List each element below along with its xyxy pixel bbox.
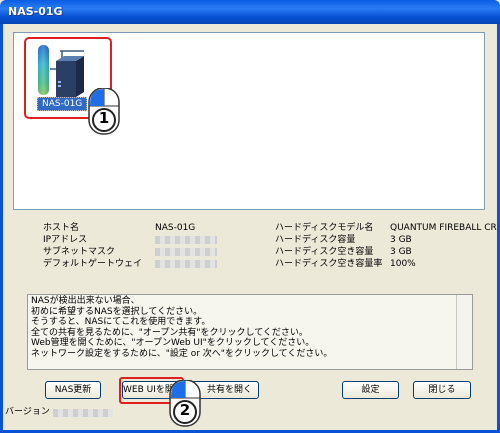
hdd-model-label: ハードディスクモデル名 [275,223,374,233]
step-2-number: 2 [179,401,191,419]
version-value-redacted [52,408,113,417]
info-values-right: QUANTUM FIREBALL CR 3 GB 3 GB 100% [390,222,497,270]
ip-address-label: IPアドレス [43,235,88,245]
host-name-value: NAS-01G [155,223,196,233]
message-line: ネットワーク設定をするために、"設定 or 次へ"をクリックしてください。 [31,348,333,359]
info-labels-left: ホスト名 IPアドレス サブネットマスク デフォルトゲートウェイ [43,222,142,270]
hdd-free-label: ハードディスク空き容量 [275,247,374,257]
version-label: バージョン [5,407,50,417]
message-line: Web管理を開くために、"オープンWeb UI"をクリックしてください。 [31,338,315,349]
hdd-free-value: 3 GB [390,247,412,257]
hdd-capacity-value: 3 GB [390,235,412,245]
message-scrollbar[interactable] [456,295,472,369]
hdd-capacity-label: ハードディスク容量 [275,235,356,245]
mouse-cursor-icon-step-1: 1 [86,87,124,136]
hdd-free-rate-value: 100% [390,259,416,269]
message-line: そうすると、NASにてこれを使用できます。 [31,317,211,328]
version-row: バージョン [5,404,113,417]
gateway-value-redacted [155,260,217,268]
mouse-cursor-icon-step-2: 2 [167,379,205,428]
step-1-number: 1 [98,109,110,127]
ip-address-value-redacted [155,236,217,244]
window-frame-left [0,24,3,433]
default-gateway-label: デフォルトゲートウェイ [43,259,143,269]
message-line: 初めに希望するNASを選択してください。 [31,306,203,317]
message-line: 全ての共有を見るために、"オープン共有"をクリックしてください。 [31,327,308,338]
info-labels-right: ハードディスクモデル名 ハードディスク容量 ハードディスク空き容量 ハードディス… [275,222,382,270]
message-textbox[interactable]: NASが検出出来ない場合、 初めに希望するNASを選択してください。 そうすると… [27,294,473,370]
window-title: NAS-01G [8,5,63,18]
title-bar[interactable]: NAS-01G [0,0,500,24]
hdd-model-value: QUANTUM FIREBALL CR [390,223,497,233]
close-button[interactable]: 閉じる [413,381,471,399]
info-values-left: NAS-01G [155,222,217,270]
hdd-free-rate-label: ハードディスク空き容量率 [275,259,383,269]
message-line: NASが検出出来ない場合、 [31,296,140,306]
settings-button[interactable]: 設定 [342,381,399,399]
subnet-mask-label: サブネットマスク [43,247,116,257]
subnet-mask-value-redacted [155,248,217,256]
host-name-label: ホスト名 [43,223,80,233]
nas-update-button[interactable]: NAS更新 [45,381,101,399]
